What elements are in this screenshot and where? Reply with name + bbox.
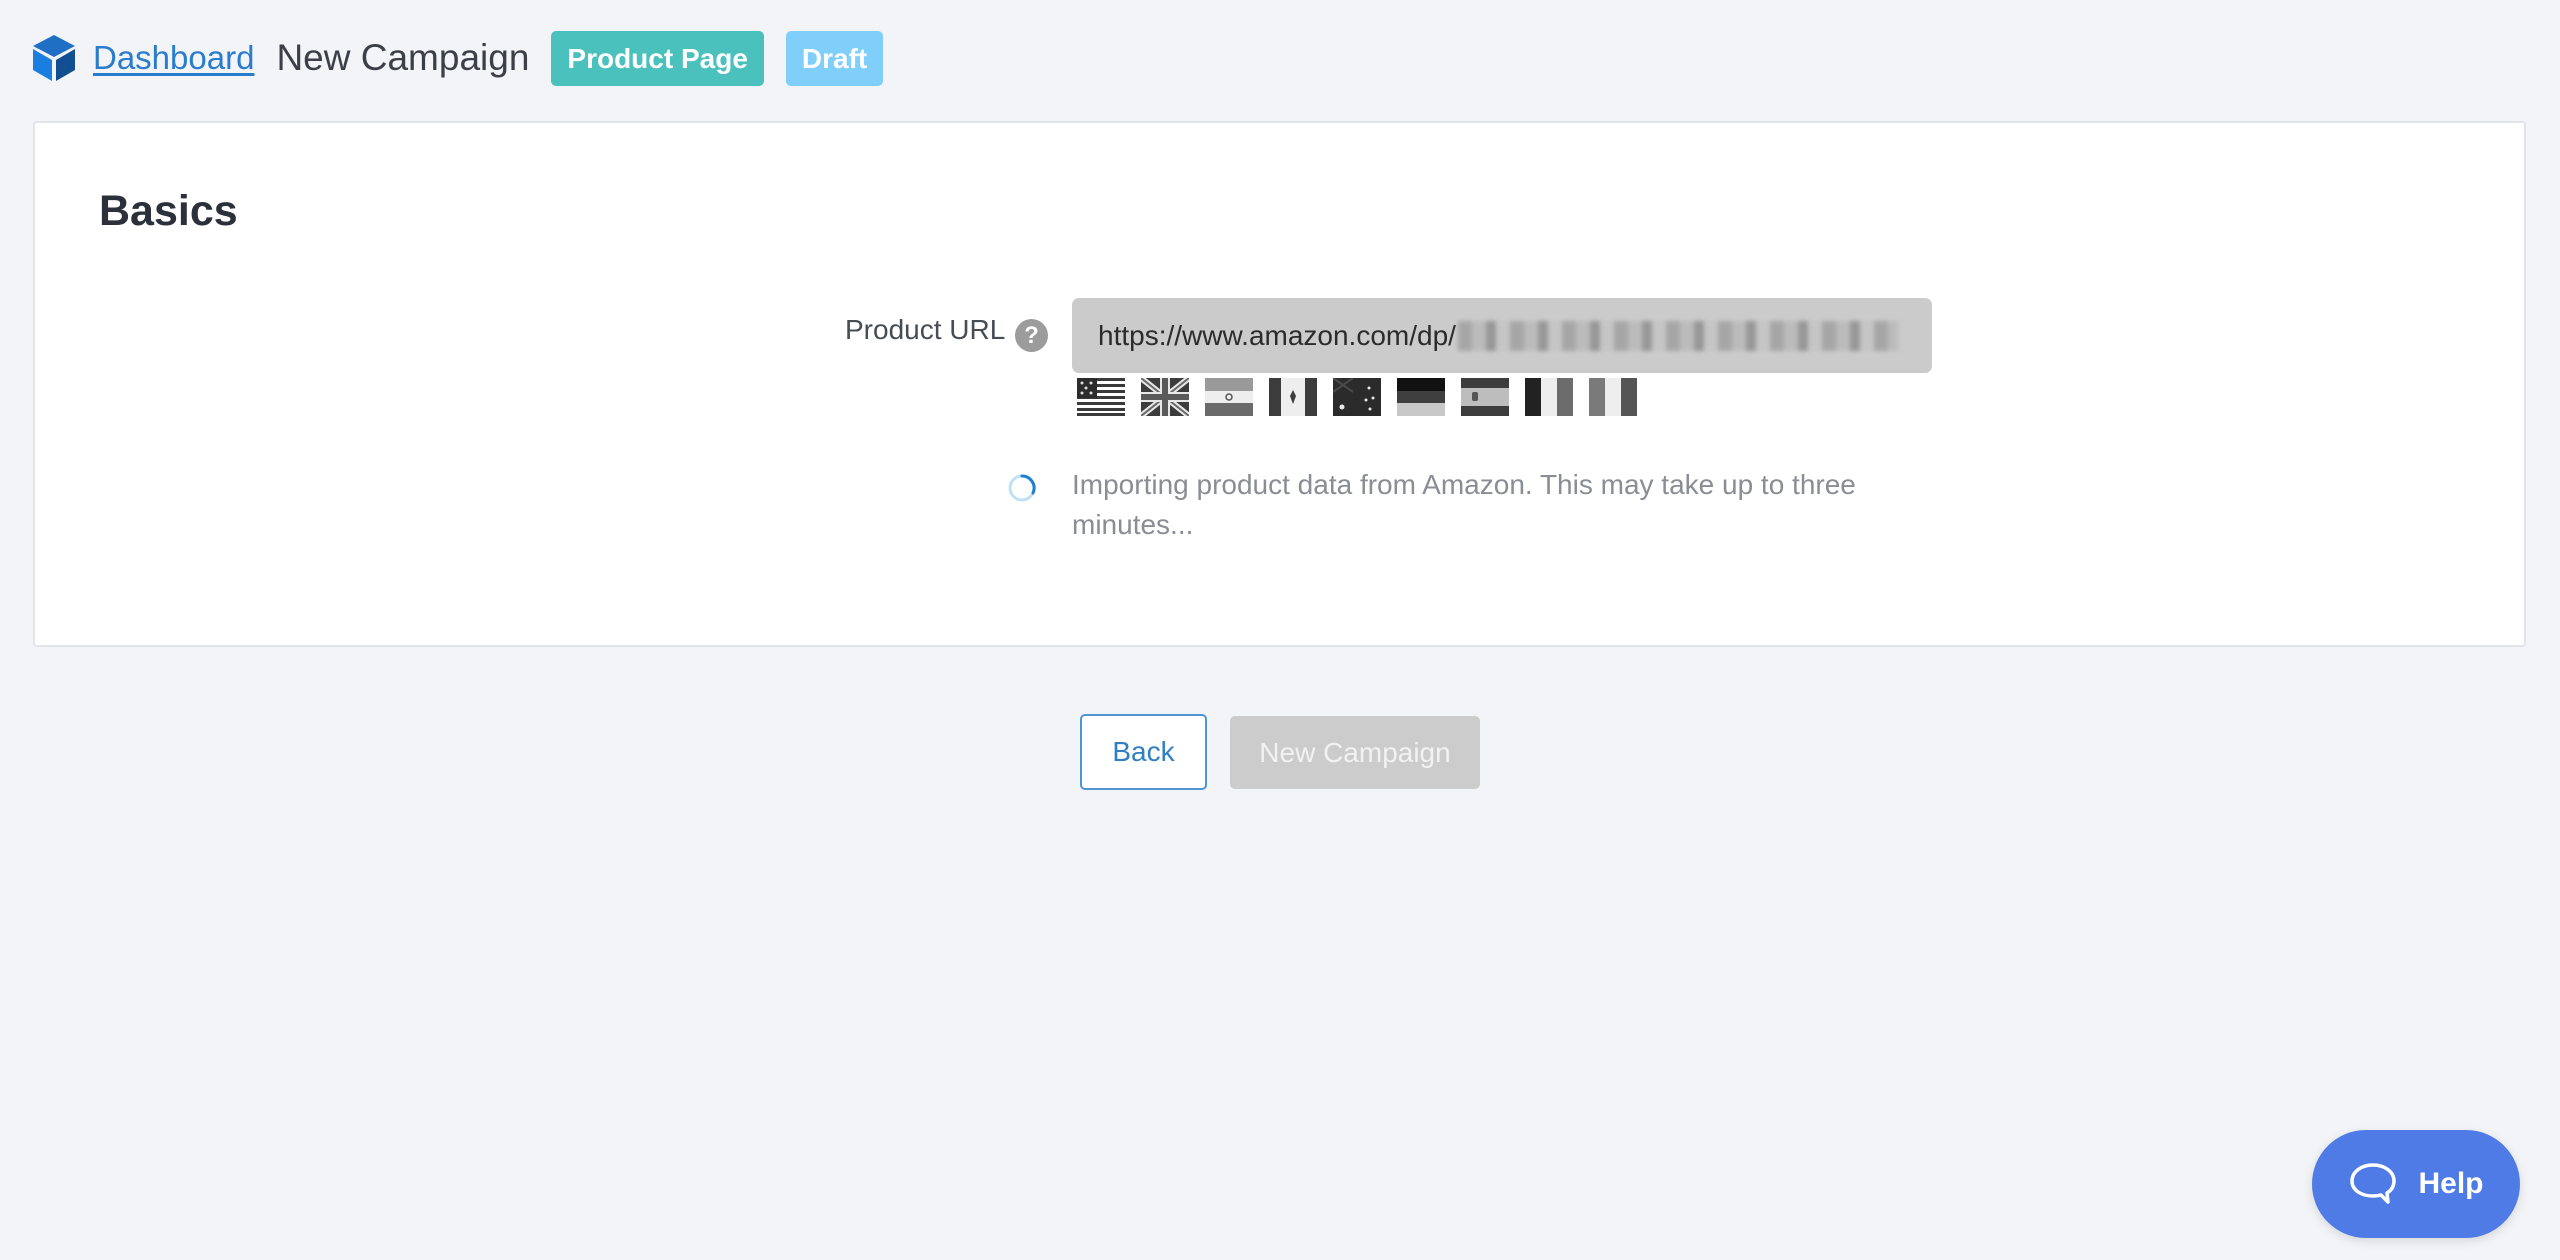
back-button[interactable]: Back	[1080, 714, 1207, 790]
top-bar: Dashboard New Campaign Product Page Draf…	[31, 30, 905, 86]
new-campaign-button[interactable]: New Campaign	[1230, 716, 1480, 789]
breadcrumb-dashboard-link[interactable]: Dashboard	[93, 39, 254, 77]
obscured-url-segment	[1457, 320, 1898, 351]
flag-spain-icon[interactable]	[1461, 378, 1509, 416]
section-title: Basics	[99, 187, 238, 235]
flag-us-icon[interactable]	[1077, 378, 1125, 416]
draft-status-badge: Draft	[785, 30, 884, 86]
flag-australia-icon[interactable]	[1333, 378, 1381, 416]
chat-bubble-icon	[2350, 1163, 2397, 1204]
marketplace-flags	[1077, 378, 1637, 416]
flag-uk-icon[interactable]	[1141, 378, 1189, 416]
product-url-value: https://www.amazon.com/dp/	[1098, 319, 1456, 351]
help-label: Help	[2418, 1167, 2484, 1200]
product-url-input[interactable]: https://www.amazon.com/dp/	[1072, 298, 1932, 373]
help-widget-button[interactable]: Help	[2312, 1130, 2520, 1238]
loading-spinner-icon	[1008, 474, 1036, 502]
flag-germany-icon[interactable]	[1397, 378, 1445, 416]
product-url-label: Product URL	[845, 314, 1006, 345]
cube-logo-icon[interactable]	[31, 33, 77, 83]
import-status-message: Importing product data from Amazon. This…	[1072, 469, 1856, 540]
flag-france-icon[interactable]	[1525, 378, 1573, 416]
page-title: New Campaign	[276, 37, 530, 78]
flag-india-icon[interactable]	[1205, 378, 1253, 416]
question-circle-icon[interactable]: ?	[1015, 319, 1048, 352]
flag-italy-icon[interactable]	[1589, 378, 1637, 416]
flag-canada-icon[interactable]	[1269, 378, 1317, 416]
basics-card: Basics Product URL ? https://www.amazon.…	[33, 121, 2526, 647]
product-page-badge: Product Page	[551, 30, 764, 86]
